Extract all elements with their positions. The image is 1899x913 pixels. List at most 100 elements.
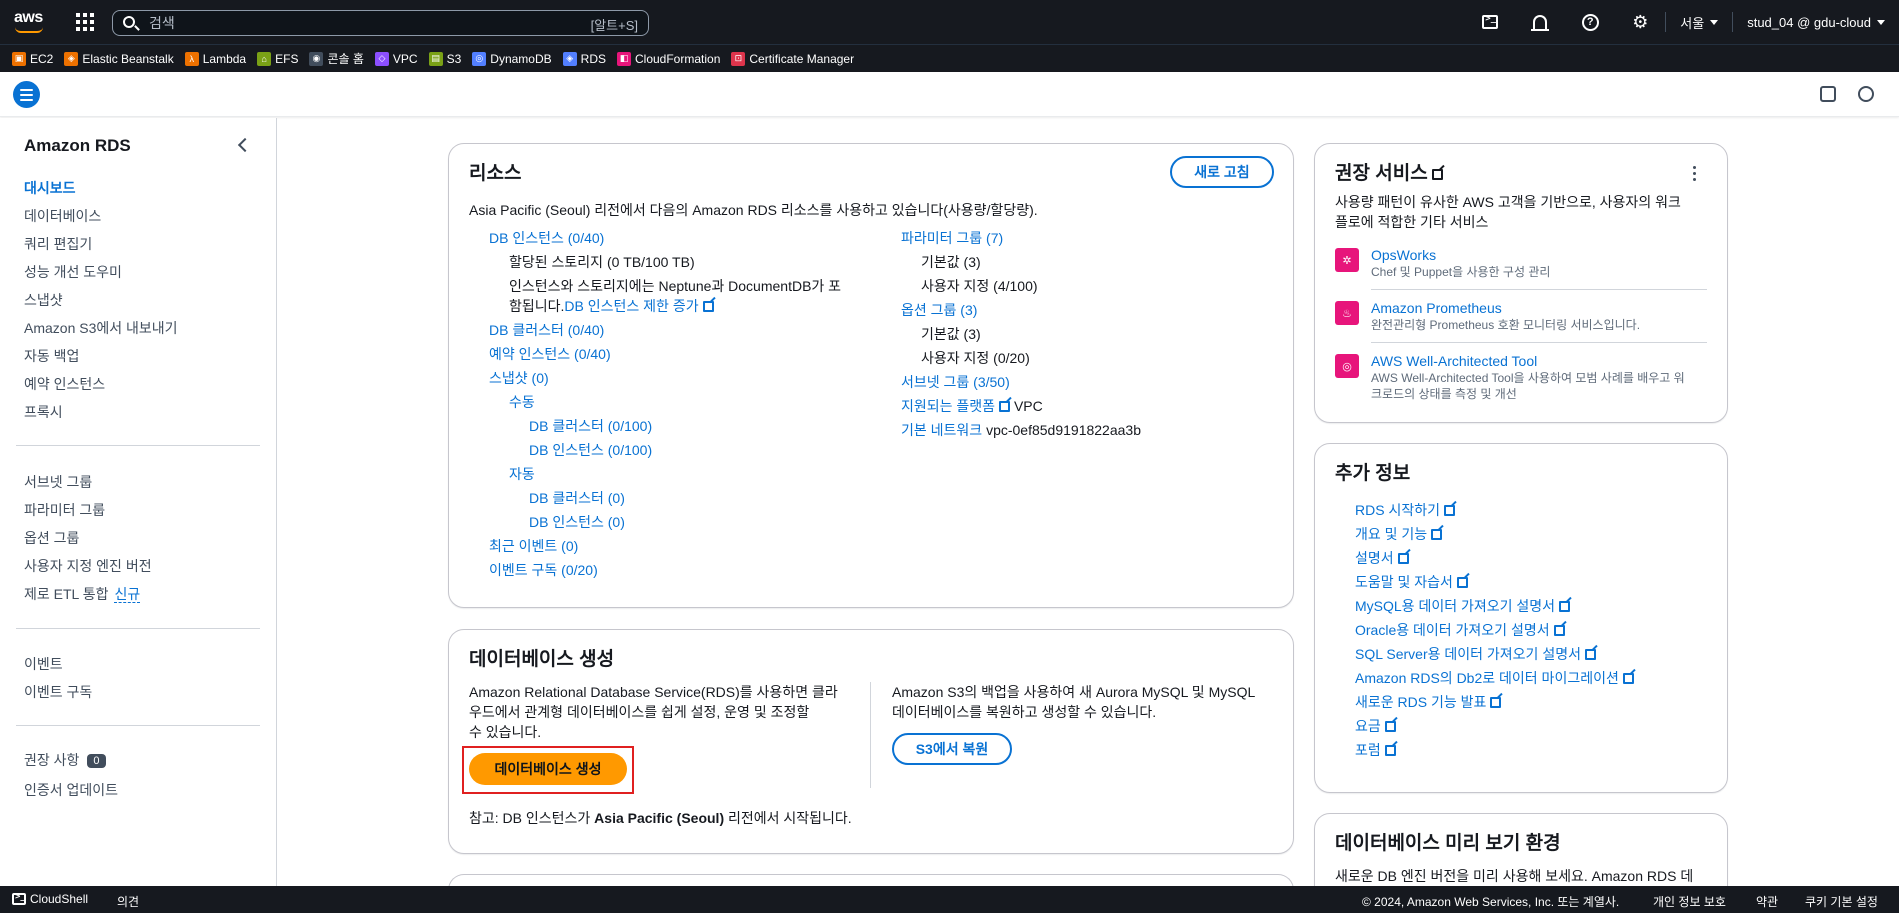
auto-cluster-snapshots-link[interactable]: DB 클러스터 (0): [529, 488, 625, 508]
snapshots-link[interactable]: 스냅샷 (0): [489, 368, 549, 388]
sidebar-item-certificate-update[interactable]: 인증서 업데이트: [24, 780, 118, 800]
sidebar-item-query-editor[interactable]: 쿼리 편집기: [24, 234, 92, 254]
favorite-efs[interactable]: ⌂ EFS: [257, 51, 298, 66]
recommended-desc-line1: 사용량 패턴이 유사한 AWS 고객을 기반으로, 사용자의 워크: [1335, 194, 1681, 210]
event-subscriptions-link[interactable]: 이벤트 구독 (0/20): [489, 560, 598, 580]
favorite-s3[interactable]: ▤ S3: [428, 51, 461, 66]
refresh-button[interactable]: 새로 고침: [1170, 156, 1274, 188]
favorite-cloudformation[interactable]: ◧ CloudFormation: [617, 51, 720, 66]
sidebar-item-s3-exports[interactable]: Amazon S3에서 내보내기: [24, 318, 178, 338]
favorite-vpc[interactable]: ◇ VPC: [374, 51, 418, 66]
info-link[interactable]: Oracle용 데이터 가져오기 설명서: [1355, 620, 1565, 640]
favorite-elastic-beanstalk[interactable]: ◈ Elastic Beanstalk: [64, 51, 174, 66]
account-menu[interactable]: stud_04 @ gdu-cloud: [1733, 15, 1899, 30]
sidebar-item-events[interactable]: 이벤트: [24, 654, 63, 674]
search-box[interactable]: [알트+S]: [112, 10, 649, 36]
favorite-certificate-manager[interactable]: ⊡ Certificate Manager: [731, 51, 854, 66]
info-link[interactable]: SQL Server용 데이터 가져오기 설명서: [1355, 644, 1596, 664]
favorite-ec2[interactable]: ▣ EC2: [12, 51, 53, 66]
favorite-rds[interactable]: ◈ RDS: [562, 51, 606, 66]
s3-desc-line1: Amazon S3의 백업을 사용하여 새 Aurora MySQL 및 MyS…: [892, 684, 1256, 700]
region-selector[interactable]: 서울: [1666, 13, 1732, 32]
settings-button[interactable]: ⚙: [1615, 0, 1665, 44]
sidebar-item-dashboard[interactable]: 대시보드: [24, 178, 76, 198]
info-link[interactable]: Amazon RDS의 Db2로 데이터 마이그레이션: [1355, 668, 1634, 688]
prometheus-link[interactable]: Amazon Prometheus: [1371, 298, 1502, 318]
sidebar-item-reserved-instances[interactable]: 예약 인스턴스: [24, 374, 105, 394]
reserved-instances-link[interactable]: 예약 인스턴스 (0/40): [489, 344, 611, 364]
db-clusters-link[interactable]: DB 클러스터 (0/40): [489, 320, 604, 340]
subnet-groups-link[interactable]: 서브넷 그룹 (3/50): [901, 372, 1010, 392]
feedback-link[interactable]: 의견: [117, 893, 139, 910]
notifications-button[interactable]: [1515, 0, 1565, 44]
sidebar-item-zero-etl[interactable]: 제로 ETL 통합 신규: [24, 584, 141, 604]
help-button[interactable]: ?: [1565, 0, 1615, 44]
info-link[interactable]: MySQL용 데이터 가져오기 설명서: [1355, 596, 1571, 616]
info-link[interactable]: 도움말 및 자습서: [1355, 572, 1468, 592]
tools-panel-icon[interactable]: [1858, 86, 1874, 102]
sidebar-item-performance-insights[interactable]: 성능 개선 도우미: [24, 262, 122, 282]
option-groups-link[interactable]: 옵션 그룹 (3): [901, 300, 977, 320]
services-menu-icon[interactable]: [76, 13, 94, 31]
s3-desc-line2: 데이터베이스를 복원하고 생성할 수 있습니다.: [892, 704, 1157, 720]
sidebar-item-recommendations[interactable]: 권장 사항 0: [24, 750, 106, 770]
well-architected-icon: ◎: [1335, 354, 1359, 378]
well-architected-link[interactable]: AWS Well-Architected Tool: [1371, 351, 1537, 371]
manual-instance-snapshots-link[interactable]: DB 인스턴스 (0/100): [529, 440, 652, 460]
sidebar-item-parameter-groups[interactable]: 파라미터 그룹: [24, 500, 105, 520]
automated-snapshots-link[interactable]: 자동: [509, 464, 535, 484]
cloudshell-button[interactable]: [1465, 0, 1515, 44]
create-database-button[interactable]: 데이터베이스 생성: [469, 753, 627, 785]
db-instances-link[interactable]: DB 인스턴스 (0/40): [489, 228, 604, 248]
feedback-panel-icon[interactable]: [1820, 86, 1836, 102]
sidebar-item-custom-engine-versions[interactable]: 사용자 지정 엔진 버전: [24, 556, 152, 576]
collapse-sidebar-icon[interactable]: [237, 137, 253, 153]
sidebar-item-snapshots[interactable]: 스냅샷: [24, 290, 63, 310]
info-link[interactable]: 새로운 RDS 기능 발표: [1355, 692, 1502, 712]
privacy-link[interactable]: 개인 정보 보호: [1653, 893, 1726, 910]
service-icon: ◈: [64, 51, 79, 66]
gear-icon: ⚙: [1632, 12, 1649, 32]
manual-snapshots-link[interactable]: 수동: [509, 392, 535, 412]
recent-events-link[interactable]: 최근 이벤트 (0): [489, 536, 578, 556]
sidebar-item-subnet-groups[interactable]: 서브넷 그룹: [24, 472, 92, 492]
external-link-icon: [1553, 625, 1565, 636]
bell-icon: [1531, 15, 1550, 31]
info-link[interactable]: 개요 및 기능: [1355, 524, 1443, 544]
search-icon: [123, 16, 135, 28]
more-options-icon[interactable]: [1693, 166, 1697, 184]
hamburger-menu-button[interactable]: [13, 81, 40, 108]
external-link-icon: [1443, 505, 1455, 516]
info-link[interactable]: RDS 시작하기: [1355, 500, 1455, 520]
sidebar-item-automated-backups[interactable]: 자동 백업: [24, 346, 79, 366]
cloudshell-footer-button[interactable]: CloudShell: [12, 892, 88, 906]
platform-value: VPC: [1013, 398, 1043, 414]
info-link[interactable]: 설명서: [1355, 548, 1409, 568]
favorite-lambda[interactable]: λ Lambda: [184, 51, 246, 66]
parameter-groups-link[interactable]: 파라미터 그룹 (7): [901, 228, 1003, 248]
manual-cluster-snapshots-link[interactable]: DB 클러스터 (0/100): [529, 416, 652, 436]
info-link[interactable]: 포럼: [1355, 740, 1396, 760]
aws-logo[interactable]: aws: [14, 9, 46, 35]
instance-limit-link[interactable]: DB 인스턴스 제한 증가: [564, 298, 698, 314]
info-link[interactable]: 요금: [1355, 716, 1396, 736]
supported-platforms-row: 지원되는 플랫폼 VPC: [901, 396, 1043, 416]
supported-platforms-link[interactable]: 지원되는 플랫폼: [901, 398, 995, 414]
opsworks-link[interactable]: OpsWorks: [1371, 245, 1436, 265]
auto-instance-snapshots-link[interactable]: DB 인스턴스 (0): [529, 512, 625, 532]
search-input[interactable]: [149, 14, 449, 32]
terms-link[interactable]: 약관: [1756, 893, 1778, 910]
favorite-[interactable]: ◉ 콘솔 홈: [309, 50, 364, 67]
sidebar-title: Amazon RDS: [24, 136, 131, 155]
service-icon: ▤: [428, 51, 443, 66]
sidebar-item-event-subscriptions[interactable]: 이벤트 구독: [24, 682, 92, 702]
favorite-dynamodb[interactable]: ◎ DynamoDB: [472, 51, 552, 66]
restore-from-s3-button[interactable]: S3에서 복원: [892, 733, 1012, 765]
favorite-label: Elastic Beanstalk: [82, 51, 174, 66]
cookie-preferences-link[interactable]: 쿠키 기본 설정: [1805, 893, 1878, 910]
sidebar-item-proxies[interactable]: 프록시: [24, 402, 63, 422]
sidebar-item-option-groups[interactable]: 옵션 그룹: [24, 528, 79, 548]
default-network-link[interactable]: 기본 네트워크: [901, 422, 982, 438]
sidebar-item-databases[interactable]: 데이터베이스: [24, 206, 101, 226]
external-link-icon[interactable]: [1431, 169, 1443, 180]
